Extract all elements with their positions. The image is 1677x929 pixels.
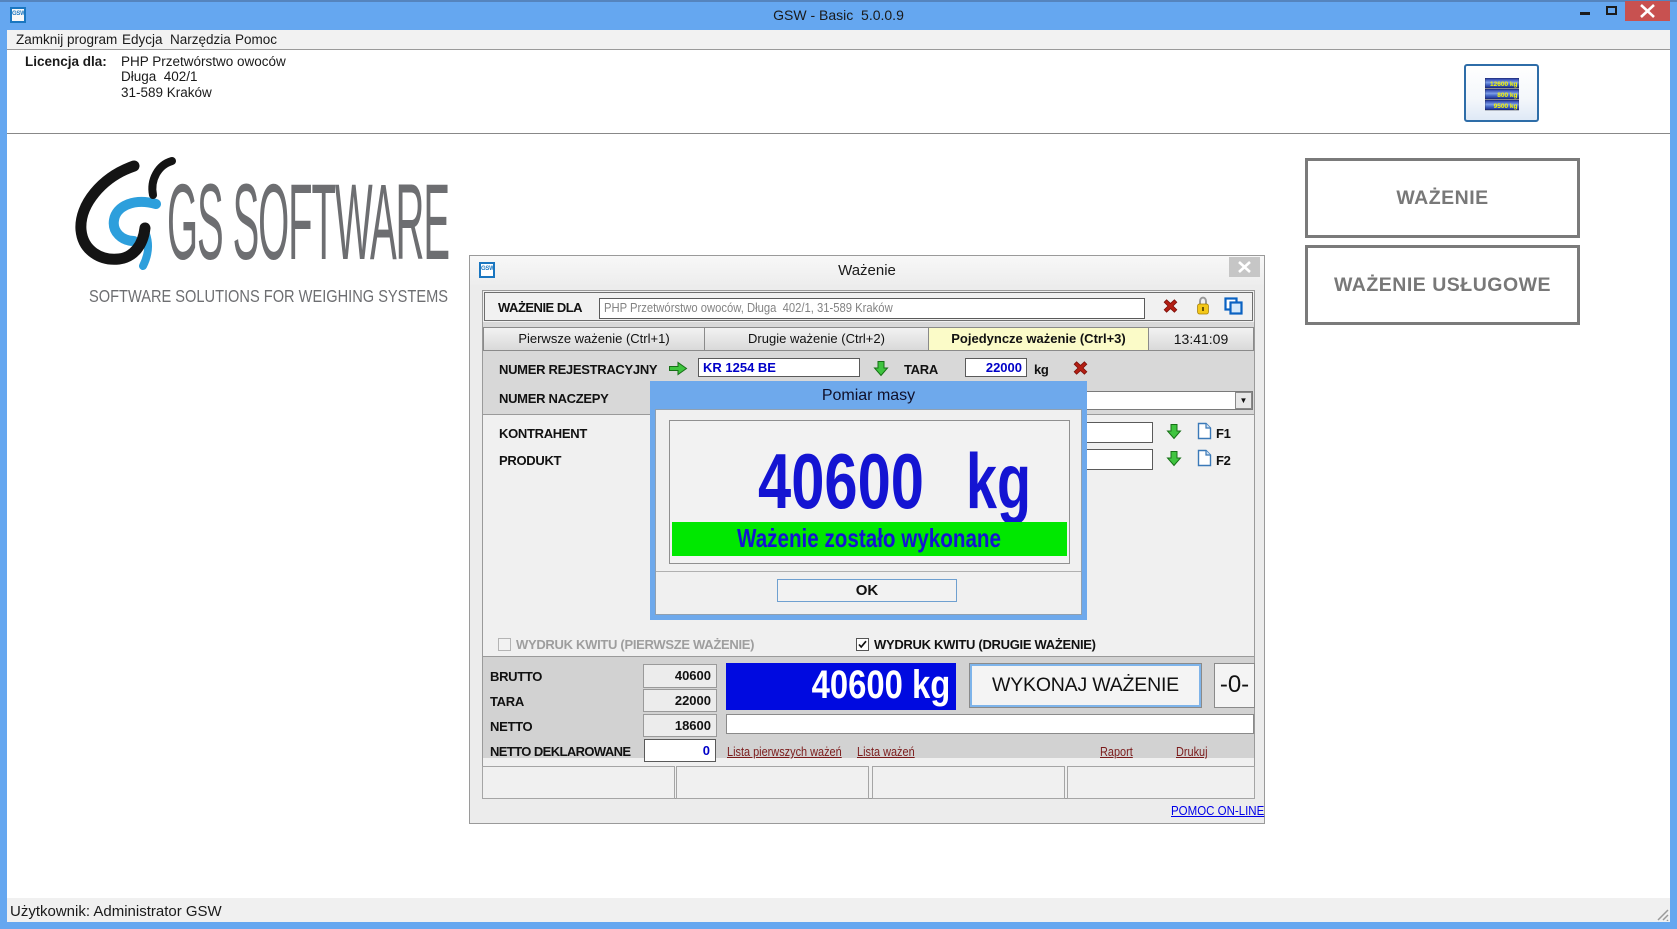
svg-text:800 kg: 800 kg — [1497, 92, 1517, 99]
svg-text:kg: kg — [966, 437, 1031, 525]
svg-text:40600: 40600 — [758, 437, 924, 525]
svg-text:9500 kg: 9500 kg — [1494, 103, 1518, 110]
svg-text:Ważenie zostało wykonane: Ważenie zostało wykonane — [737, 523, 1001, 553]
svg-text:GS SOFTWARE: GS SOFTWARE — [167, 162, 450, 283]
svg-text:12600 kg: 12600 kg — [1490, 81, 1517, 88]
svg-text:SOFTWARE SOLUTIONS FOR WEIGHIN: SOFTWARE SOLUTIONS FOR WEIGHING SYSTEMS — [89, 286, 448, 306]
